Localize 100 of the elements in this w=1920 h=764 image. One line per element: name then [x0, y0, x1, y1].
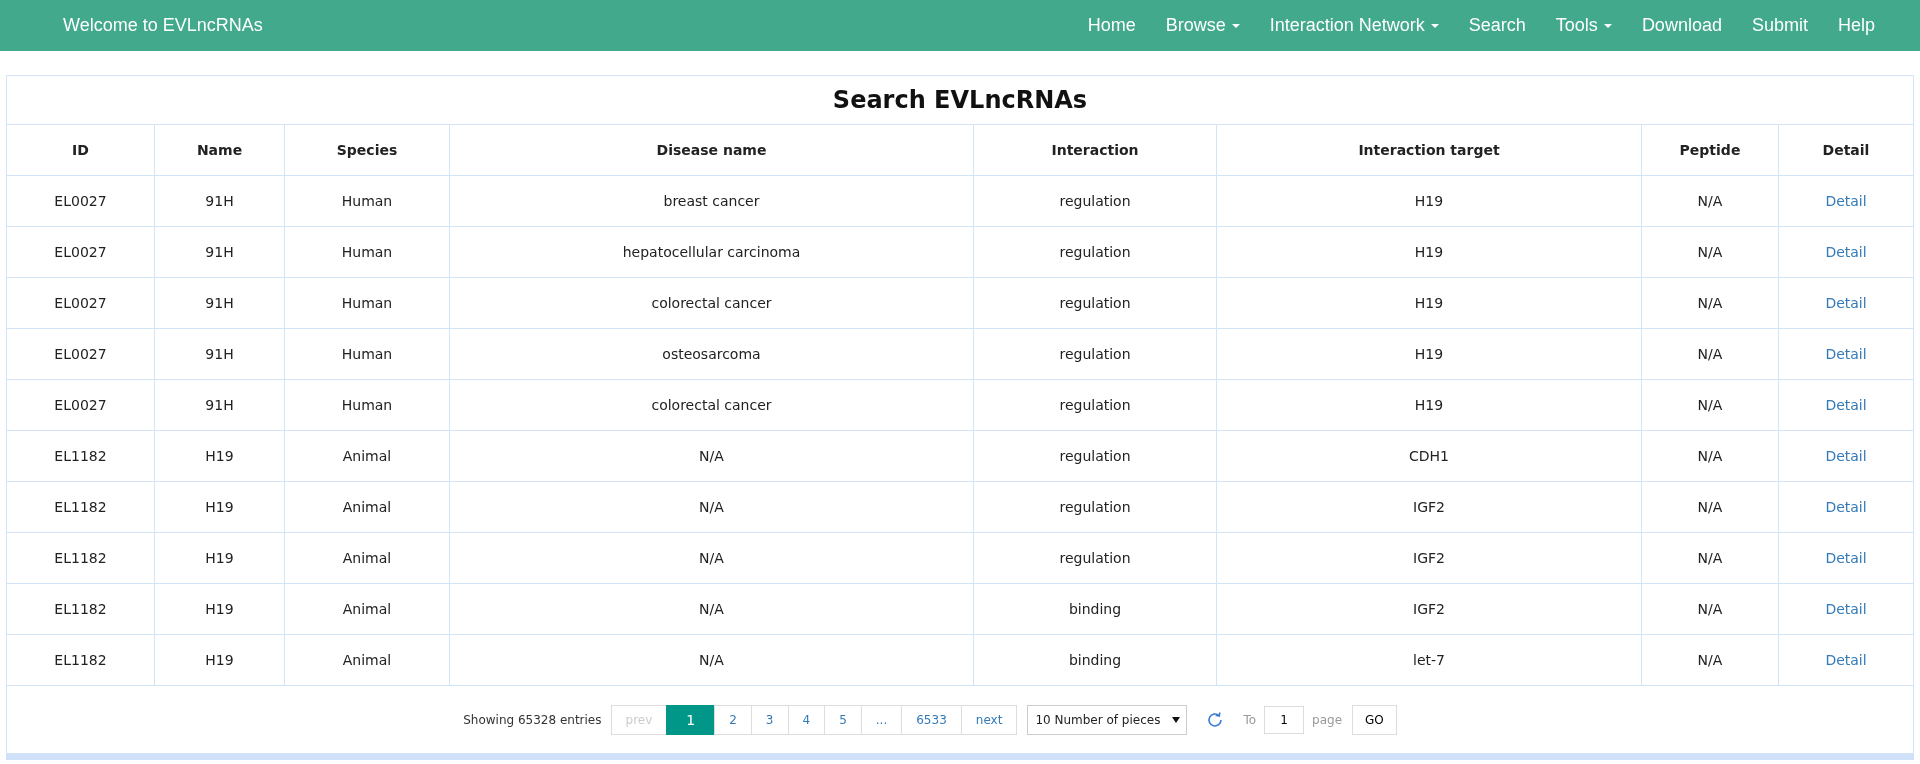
table-cell: H19: [205, 652, 234, 668]
table-cell: H19: [205, 499, 234, 515]
table-cell: 91H: [205, 244, 234, 260]
detail-link[interactable]: Detail: [1825, 499, 1867, 515]
table-cell: H19: [1414, 295, 1444, 311]
caret-icon: [1603, 23, 1612, 28]
column-header: Detail: [1778, 125, 1914, 176]
page-size-select[interactable]: 10 Number of pieces: [1027, 704, 1188, 735]
table-cell: regulation: [1059, 295, 1131, 311]
detail-link[interactable]: Detail: [1825, 397, 1867, 413]
table-cell: H19: [1414, 346, 1444, 362]
page-link[interactable]: ...: [860, 704, 903, 735]
table-cell: CDH1: [1409, 448, 1449, 464]
page-title: Search EVLncRNAs: [832, 86, 1088, 114]
table-cell: regulation: [1059, 193, 1131, 209]
table-cell: N/A: [1697, 295, 1723, 311]
table-cell: IGF2: [1413, 499, 1445, 515]
table-cell: EL0027: [54, 397, 107, 413]
table-cell: regulation: [1059, 499, 1131, 515]
table-cell: regulation: [1059, 448, 1131, 464]
column-header: Interaction target: [1216, 125, 1642, 176]
page-link[interactable]: 2: [714, 704, 752, 735]
table-cell: EL1182: [54, 550, 107, 566]
nav-link[interactable]: Search: [1453, 15, 1541, 36]
table-cell: binding: [1068, 601, 1122, 617]
table-cell: H19: [205, 448, 234, 464]
page-input[interactable]: 1: [1264, 705, 1305, 734]
table-cell: 91H: [205, 295, 234, 311]
column-header: Interaction: [973, 125, 1217, 176]
table-cell: 91H: [205, 193, 234, 209]
page-link[interactable]: next: [960, 704, 1018, 735]
table-cell: N/A: [699, 448, 724, 464]
page-link[interactable]: 6533: [901, 704, 962, 735]
table-cell: N/A: [1697, 346, 1723, 362]
table-cell: N/A: [1697, 448, 1723, 464]
caret-icon: [1172, 716, 1181, 723]
page-link[interactable]: 3: [750, 704, 789, 735]
table-cell: colorectal cancer: [651, 397, 772, 413]
table-cell: EL0027: [54, 244, 107, 260]
page-label: page: [1312, 712, 1343, 727]
nav-link[interactable]: Home: [1072, 15, 1151, 36]
table-cell: H19: [1414, 244, 1444, 260]
table-cell: Animal: [342, 601, 392, 617]
table-cell: 91H: [205, 397, 234, 413]
table-cell: Human: [341, 397, 393, 413]
table-cell: N/A: [1697, 499, 1723, 515]
table-cell: EL0027: [54, 193, 107, 209]
nav-link[interactable]: Submit: [1736, 15, 1823, 36]
nav-link[interactable]: Browse: [1150, 15, 1255, 36]
page-link[interactable]: 5: [824, 704, 862, 735]
column-header: Name: [154, 125, 285, 176]
table-cell: 91H: [205, 346, 234, 362]
column-header: Species: [284, 125, 450, 176]
detail-link[interactable]: Detail: [1825, 295, 1867, 311]
table-cell: Animal: [342, 652, 392, 668]
go-button[interactable]: GO: [1352, 704, 1397, 735]
nav-link[interactable]: Help: [1822, 15, 1890, 36]
table-cell: osteosarcoma: [662, 346, 761, 362]
detail-link[interactable]: Detail: [1825, 652, 1867, 668]
nav-link[interactable]: Tools: [1540, 15, 1627, 36]
table-cell: H19: [205, 550, 234, 566]
table-cell: colorectal cancer: [651, 295, 772, 311]
table-cell: Human: [341, 346, 393, 362]
caret-icon: [1231, 23, 1240, 28]
table-cell: N/A: [1697, 397, 1723, 413]
column-header: Disease name: [449, 125, 974, 176]
column-header: Peptide: [1641, 125, 1779, 176]
detail-link[interactable]: Detail: [1825, 550, 1867, 566]
table-cell: H19: [205, 601, 234, 617]
table-cell: EL1182: [54, 652, 107, 668]
brand-title[interactable]: Welcome to EVLncRNAs: [63, 15, 263, 36]
table-cell: EL1182: [54, 601, 107, 617]
table-cell: N/A: [699, 601, 724, 617]
page-link[interactable]: 1: [666, 704, 716, 735]
table-cell: binding: [1068, 652, 1122, 668]
table-cell: Human: [341, 295, 393, 311]
table-cell: regulation: [1059, 346, 1131, 362]
table-cell: N/A: [1697, 652, 1723, 668]
detail-link[interactable]: Detail: [1825, 244, 1867, 260]
page-link[interactable]: 4: [787, 704, 826, 735]
table-cell: EL0027: [54, 346, 107, 362]
table-cell: N/A: [1697, 244, 1723, 260]
table-cell: regulation: [1059, 550, 1131, 566]
table-cell: Human: [341, 244, 393, 260]
table-cell: EL1182: [54, 448, 107, 464]
table-cell: regulation: [1059, 244, 1131, 260]
detail-link[interactable]: Detail: [1825, 448, 1867, 464]
table-cell: N/A: [699, 550, 724, 566]
table-cell: H19: [1414, 397, 1444, 413]
table-cell: hepatocellular carcinoma: [622, 244, 801, 260]
table-cell: EL1182: [54, 499, 107, 515]
nav-link[interactable]: Interaction Network: [1254, 15, 1454, 36]
entries-count: Showing 65328 entries: [463, 712, 602, 727]
detail-link[interactable]: Detail: [1825, 193, 1867, 209]
table-cell: IGF2: [1413, 550, 1445, 566]
column-header: ID: [6, 125, 155, 176]
nav-link[interactable]: Download: [1626, 15, 1737, 36]
detail-link[interactable]: Detail: [1825, 601, 1867, 617]
detail-link[interactable]: Detail: [1825, 346, 1867, 362]
table-cell: breast cancer: [663, 193, 760, 209]
